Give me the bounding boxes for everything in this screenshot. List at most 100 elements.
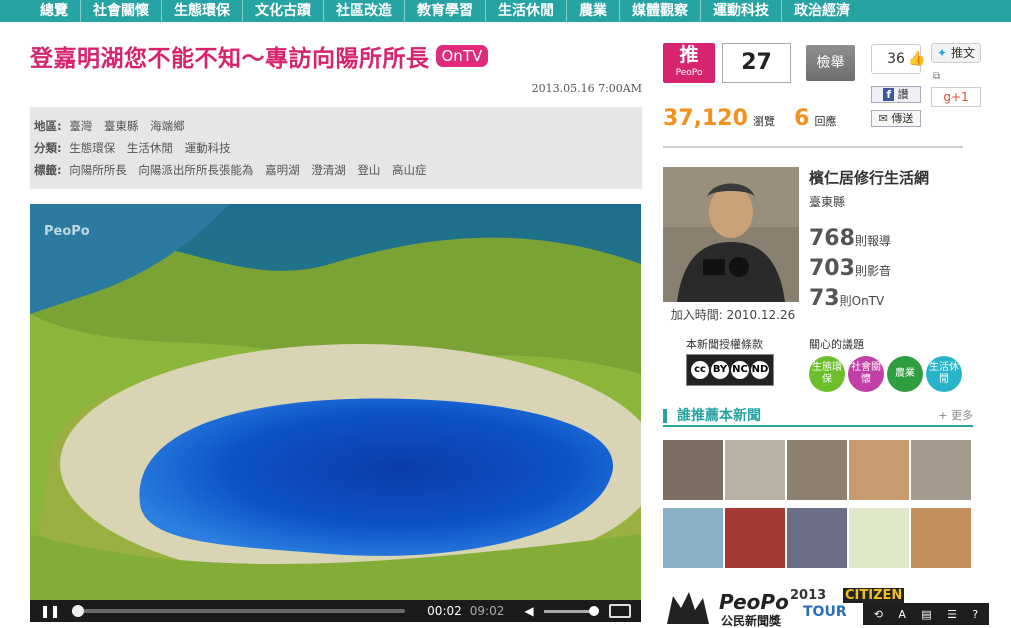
video-progress-knob[interactable]	[72, 605, 84, 617]
article-date: 2013.05.16 7:00AM	[531, 82, 642, 95]
meta-tag-link[interactable]: 向陽所所長	[69, 163, 127, 177]
meta-region-row: 地區: 臺灣 臺東縣 海端鄉	[34, 115, 638, 137]
cc-nd-icon: ND	[751, 361, 769, 379]
reply-unit: 回應	[814, 115, 837, 128]
author-avatar[interactable]	[663, 167, 799, 302]
nav-item-overview[interactable]: 總覽	[0, 0, 81, 22]
meta-tag-label: 標籤:	[34, 163, 62, 177]
report-count-value: 768	[809, 226, 855, 251]
recommenders-title: 誰推薦本新聞	[677, 408, 761, 424]
recommender-avatar[interactable]	[787, 508, 847, 568]
nav-item-media[interactable]: 媒體觀察	[620, 0, 701, 22]
banner-citizen: CITIZEN	[843, 588, 905, 603]
nav-item-culture[interactable]: 文化古蹟	[243, 0, 324, 22]
video-current-time: 00:02	[427, 604, 462, 618]
video-total-time: 09:02	[469, 604, 505, 618]
video-frame-lake-image	[30, 204, 641, 600]
recommender-avatar[interactable]	[725, 508, 785, 568]
author-ontv-count: 73則OnTV	[809, 286, 884, 312]
meta-category-link[interactable]: 生活休閒	[127, 141, 173, 155]
meta-region-link[interactable]: 臺東縣	[104, 119, 139, 133]
view-unit: 瀏覽	[753, 115, 775, 128]
nav-item-education[interactable]: 教育學習	[405, 0, 486, 22]
forward-label: 傳送	[891, 112, 914, 125]
nav-item-community[interactable]: 社區改造	[324, 0, 405, 22]
article-meta: 地區: 臺灣 臺東縣 海端鄉 分類: 生態環保 生活休閒 運動科技 標籤: 向陽…	[30, 107, 642, 189]
license-label: 本新聞授權條款	[686, 338, 763, 351]
video-count-value: 703	[809, 256, 855, 281]
reply-count: 6	[794, 106, 810, 131]
link-icon[interactable]: ⧉	[933, 71, 940, 82]
nav-item-leisure[interactable]: 生活休閒	[486, 0, 567, 22]
volume-icon[interactable]: ◀	[524, 604, 533, 618]
meta-tag-link[interactable]: 澄清湖	[311, 163, 346, 177]
video-player[interactable]: PeoPo ❚❚ 00:02 09:02 ◀	[30, 204, 641, 622]
nav-item-agriculture[interactable]: 農業	[567, 0, 620, 22]
print-icon[interactable]: ▤	[921, 608, 931, 621]
mail-icon: ✉	[878, 112, 888, 125]
recommender-avatar[interactable]	[849, 440, 909, 500]
push-count: 27	[722, 43, 791, 83]
top-navigation: 總覽 社會關懷 生態環保 文化古蹟 社區改造 教育學習 生活休閒 農業 媒體觀察…	[0, 0, 1011, 22]
report-button[interactable]: 檢舉	[806, 45, 855, 81]
nav-item-sports-tech[interactable]: 運動科技	[701, 0, 782, 22]
meta-region-link[interactable]: 臺灣	[69, 119, 92, 133]
topic-agriculture[interactable]: 農業	[887, 356, 923, 392]
recommender-avatar[interactable]	[725, 440, 785, 500]
topic-leisure[interactable]: 生活休閒	[926, 356, 962, 392]
cc-nc-icon: NC	[731, 361, 749, 379]
nav-item-politics[interactable]: 政治經濟	[782, 0, 862, 22]
recommender-avatar[interactable]	[787, 440, 847, 500]
recommender-avatar[interactable]	[663, 440, 723, 500]
banner-subtitle: 公民新聞獎	[721, 614, 782, 628]
meta-category-link[interactable]: 生態環保	[69, 141, 115, 155]
meta-category-link[interactable]: 運動科技	[185, 141, 231, 155]
meta-tag-link[interactable]: 高山症	[392, 163, 427, 177]
cc-by-icon: BY	[711, 361, 729, 379]
meta-region-label: 地區:	[34, 119, 62, 133]
author-join-date: 加入時間: 2010.12.26	[670, 308, 796, 322]
recommender-avatar[interactable]	[849, 508, 909, 568]
translate-icon[interactable]: ⟲	[874, 608, 883, 621]
meta-category-label: 分類:	[34, 141, 62, 155]
author-name[interactable]: 檳仁居修行生活網	[809, 167, 929, 188]
facebook-like-button[interactable]: 👍 36	[871, 44, 926, 74]
tweet-label: 推文	[950, 46, 975, 60]
creative-commons-license-icon[interactable]: cc BY NC ND	[686, 354, 774, 386]
banner-year: 2013	[790, 588, 827, 603]
google-plus-button[interactable]: g+1	[931, 87, 981, 107]
forward-button[interactable]: ✉ 傳送	[871, 110, 921, 127]
topic-social-care[interactable]: 社會關懷	[848, 356, 884, 392]
report-count-unit: 則報導	[854, 234, 891, 248]
google-plus-icon: g	[943, 90, 951, 104]
list-icon[interactable]: ☰	[947, 608, 957, 621]
volume-knob[interactable]	[589, 605, 600, 616]
author-video-count: 703則影音	[809, 256, 891, 282]
video-controls: ❚❚ 00:02 09:02 ◀	[30, 600, 641, 622]
help-icon[interactable]: ?	[972, 608, 978, 621]
meta-tag-link[interactable]: 嘉明湖	[265, 163, 300, 177]
pause-icon[interactable]: ❚❚	[40, 604, 60, 618]
meta-tag-link[interactable]: 登山	[357, 163, 380, 177]
article-title: 登嘉明湖您不能不知～專訪向陽所所長	[30, 46, 430, 72]
meta-tag-link[interactable]: 向陽派出所所長張能為	[138, 163, 253, 177]
recommender-avatar[interactable]	[663, 508, 723, 568]
recommenders-more-link[interactable]: + 更多	[938, 407, 973, 423]
google-plus-label: +1	[950, 90, 969, 104]
fullscreen-icon[interactable]	[609, 604, 631, 618]
facebook-share-button[interactable]: f 讚	[871, 86, 921, 103]
nav-item-social-care[interactable]: 社會關懷	[81, 0, 162, 22]
tweet-button[interactable]: ✦ 推文	[931, 43, 981, 63]
video-progress-bar[interactable]	[72, 605, 406, 617]
push-button[interactable]: 推 PeoPo	[663, 43, 715, 83]
meta-region-link[interactable]: 海端鄉	[150, 119, 185, 133]
recommender-avatar[interactable]	[911, 440, 971, 500]
recommender-avatar[interactable]	[911, 508, 971, 568]
topic-ecology[interactable]: 生態環保	[809, 356, 845, 392]
ontv-badge[interactable]: OnTV	[435, 45, 489, 67]
volume-slider[interactable]	[543, 605, 600, 616]
nav-item-ecology[interactable]: 生態環保	[162, 0, 243, 22]
font-size-icon[interactable]: A	[898, 608, 906, 621]
meta-category-row: 分類: 生態環保 生活休閒 運動科技	[34, 137, 638, 159]
divider	[663, 146, 963, 148]
